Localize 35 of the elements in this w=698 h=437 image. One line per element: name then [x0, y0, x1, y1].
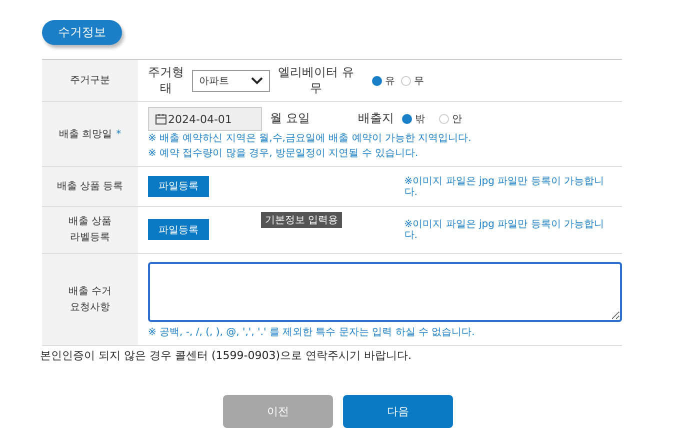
note-text: ※ 예약 접수량이 많을 경우, 방문일정이 지연될 수 있습니다.: [148, 147, 420, 161]
radio-label: 무: [414, 74, 424, 88]
previous-button[interactable]: 이전: [223, 395, 333, 428]
chevron-icon: [251, 76, 263, 84]
note-text: ※ 배출 예약하신 지역은 월,수,금요일에 배출 예약이 가능한 지역입니다.: [148, 132, 472, 146]
radio-button[interactable]: [402, 114, 412, 124]
note-text: ※ 공백, -, /, (, ), @, ',', '.' 를 제외한 특수 문자는 입력 하실 수 없습니다.: [148, 326, 476, 340]
housing-type-label: 주거형 태: [148, 64, 184, 96]
section-title: 수거정보: [42, 20, 122, 45]
row-label: 배출 상품 등록: [42, 167, 138, 206]
row-label: 배출 상품 라벨등록: [42, 207, 138, 253]
row-label: 배출 희망일: [58, 128, 112, 141]
tooltip: 기본정보 입력용: [261, 212, 342, 228]
radio-label: 안: [452, 113, 462, 126]
next-button[interactable]: 다음: [343, 395, 453, 428]
calendar-icon: [155, 113, 167, 125]
request-textarea[interactable]: [148, 262, 622, 322]
file-upload-button[interactable]: 파일등록: [148, 219, 209, 240]
required-mark: *: [116, 128, 122, 140]
radio-label: 유: [384, 74, 395, 88]
file-upload-button[interactable]: 파일등록: [148, 176, 209, 196]
radio-button[interactable]: [372, 76, 382, 86]
radio-button[interactable]: [400, 76, 411, 86]
row-label: 배출 수거 요청사항: [42, 254, 138, 345]
housing-type-select[interactable]: 아파트: [192, 70, 270, 92]
place-label: 배출지: [358, 111, 394, 127]
row-label: 주거구분: [42, 60, 138, 101]
elevator-label: 엘리베이터 유 무: [278, 64, 354, 96]
radio-label: 밖: [414, 113, 425, 126]
note-text: ※이미지 파일은 jpg 파일만 등록이 가능합니 다.: [404, 176, 604, 198]
radio-button[interactable]: [438, 114, 449, 124]
notice-text: 본인인증이 되지 않은 경우 콜센터 (1599-0903)으로 연락주시기 바랍니다.: [40, 348, 413, 363]
weekday-text: 월 요일: [270, 111, 310, 127]
date-field[interactable]: 2024-04-01: [148, 107, 262, 131]
note-text: ※이미지 파일은 jpg 파일만 등록이 가능합니 다.: [404, 219, 604, 241]
